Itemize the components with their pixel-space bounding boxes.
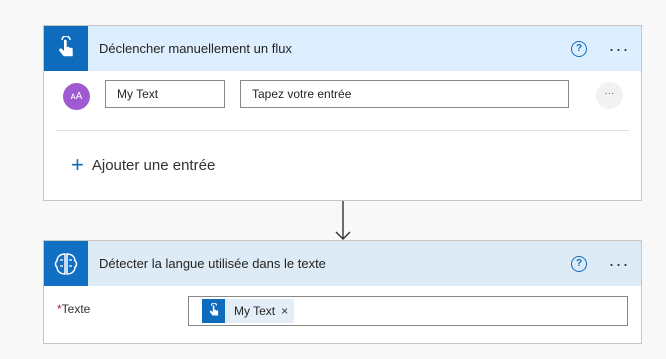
texte-field-label: *Texte (57, 302, 90, 316)
add-input-button[interactable]: + Ajouter une entrée (71, 152, 216, 177)
row-more-options-button[interactable]: ··· (596, 82, 623, 109)
help-icon[interactable]: ? (571, 40, 587, 57)
input-name-field[interactable]: My Text (105, 80, 225, 108)
trigger-card-header[interactable]: Déclencher manuellement un flux ? ··· (44, 26, 641, 71)
add-input-label: Ajouter une entrée (91, 156, 216, 174)
token-label: My Text (234, 304, 276, 318)
remove-token-icon[interactable]: × (281, 304, 288, 318)
texte-input[interactable]: My Text × (188, 296, 628, 326)
help-icon[interactable]: ? (571, 255, 587, 272)
divider (56, 130, 629, 131)
action-card: Détecter la langue utilisée dans le text… (43, 240, 642, 344)
plus-icon: + (71, 152, 84, 177)
more-options-icon[interactable]: ··· (607, 40, 631, 58)
text-type-avatar: ᴀA (63, 83, 90, 110)
action-card-header[interactable]: Détecter la langue utilisée dans le text… (44, 241, 641, 286)
dynamic-content-token[interactable]: My Text × (202, 299, 295, 323)
trigger-card: Déclencher manuellement un flux ? ··· ᴀA… (43, 25, 642, 201)
brain-icon (44, 241, 88, 286)
connector-arrow-icon (335, 201, 351, 240)
texte-label-text: Texte (61, 302, 91, 316)
touch-hand-icon (202, 299, 225, 323)
input-value-field[interactable]: Tapez votre entrée (240, 80, 569, 108)
more-options-icon[interactable]: ··· (607, 255, 631, 273)
trigger-card-title: Déclencher manuellement un flux (99, 41, 292, 56)
action-card-title: Détecter la langue utilisée dans le text… (99, 256, 326, 271)
touch-hand-icon (44, 26, 88, 71)
